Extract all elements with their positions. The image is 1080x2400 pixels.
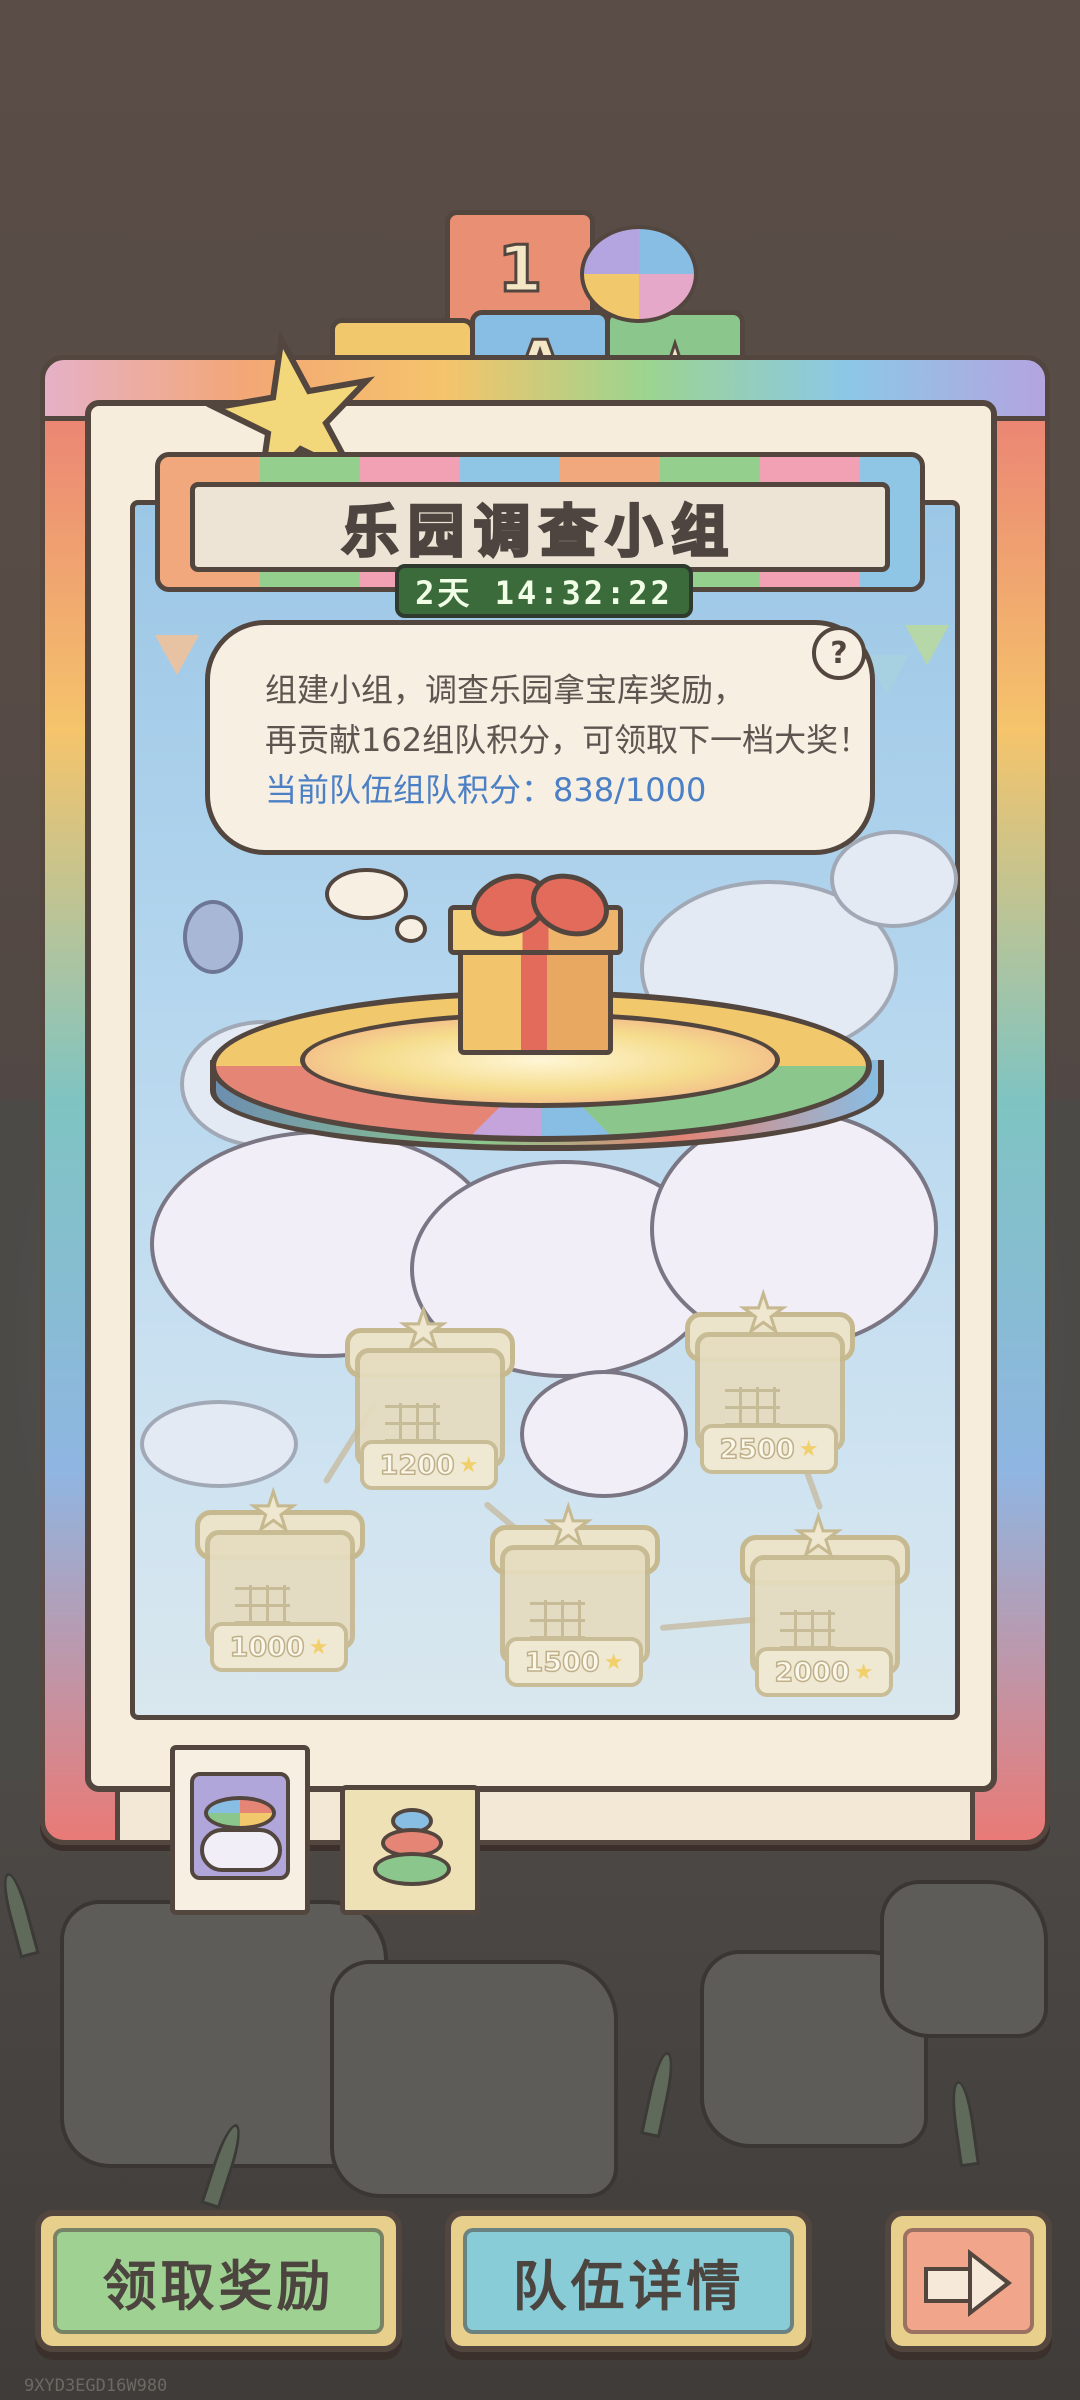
reward-threshold-badge: 1200 ★ <box>360 1440 498 1490</box>
reward-threshold: 2000 <box>774 1656 851 1689</box>
timer-text: 2天 14:32:22 <box>415 574 673 612</box>
balloon <box>183 900 243 974</box>
tab-stacked-rings[interactable] <box>340 1785 480 1915</box>
reward-star-icon: ★ <box>399 1299 449 1362</box>
bunting-flag <box>155 635 199 675</box>
reward-star-icon: ★ <box>249 1481 299 1544</box>
title-plaque: 乐园调查小组 <box>190 482 890 572</box>
star-icon: ★ <box>458 1452 479 1478</box>
countdown-timer: 2天 14:32:22 <box>395 564 693 618</box>
thought-puff <box>325 868 408 920</box>
reward-node-1200[interactable]: ★ 1200 ★ <box>340 1299 515 1490</box>
reward-node-2500[interactable]: ★ 2500 ★ <box>680 1283 855 1474</box>
info-bubble: 组建小组，调查乐园拿宝库奖励， 再贡献162组队积分，可领取下一档大奖！ 当前队… <box>205 620 875 855</box>
claim-reward-label: 领取奖励 <box>102 2254 335 2318</box>
rock <box>880 1880 1048 2038</box>
star-icon: ★ <box>603 1649 624 1675</box>
reward-threshold: 1200 <box>379 1449 456 1482</box>
watermark-text: 9XYD3EGD16W980 <box>24 2376 168 2396</box>
star-icon: ★ <box>853 1659 874 1685</box>
reward-node-1000[interactable]: ★ 1000 ★ <box>190 1481 365 1672</box>
next-button[interactable] <box>885 2210 1052 2352</box>
cloud <box>830 830 958 928</box>
reward-threshold: 2500 <box>719 1433 796 1466</box>
cloud-platform-icon <box>190 1772 290 1880</box>
reward-star-icon: ★ <box>794 1506 844 1569</box>
star-icon: ★ <box>308 1634 329 1660</box>
question-icon: ? <box>830 635 848 671</box>
rock <box>330 1960 618 2198</box>
arrow-right-icon <box>923 2249 1014 2317</box>
reward-threshold: 1500 <box>524 1646 601 1679</box>
team-details-label: 队伍详情 <box>512 2254 745 2318</box>
bubble-line-1: 组建小组，调查乐园拿宝库奖励， <box>265 671 746 709</box>
reward-star-icon: ★ <box>739 1283 789 1346</box>
claim-reward-button[interactable]: 领取奖励 <box>35 2210 402 2352</box>
team-details-button[interactable]: 队伍详情 <box>445 2210 812 2352</box>
thought-puff <box>395 915 427 943</box>
bubble-line-2: 再贡献162组队积分，可领取下一档大奖！ <box>265 721 871 759</box>
star-icon: ★ <box>798 1436 819 1462</box>
reward-threshold-badge: 2000 ★ <box>755 1647 893 1697</box>
reward-threshold-badge: 2500 ★ <box>700 1424 838 1474</box>
reward-threshold: 1000 <box>229 1631 306 1664</box>
bunting-flag <box>905 625 949 665</box>
reward-threshold-badge: 1000 ★ <box>210 1622 348 1672</box>
event-title: 乐园调查小组 <box>341 498 738 566</box>
tab-cloud-platform[interactable] <box>170 1745 310 1915</box>
stacked-rings-icon <box>373 1808 451 1888</box>
cloud <box>520 1370 688 1498</box>
arrow-head-fill <box>971 2257 1005 2309</box>
team-score-text: 当前队伍组队积分：838/1000 <box>265 771 707 809</box>
help-button[interactable]: ? <box>812 626 866 680</box>
pinwheel-icon <box>580 225 698 323</box>
reward-node-2000[interactable]: ★ 2000 ★ <box>735 1506 910 1697</box>
reward-node-1500[interactable]: ★ 1500 ★ <box>485 1496 660 1687</box>
reward-threshold-badge: 1500 ★ <box>505 1637 643 1687</box>
cloud <box>140 1400 298 1488</box>
reward-star-icon: ★ <box>544 1496 594 1559</box>
